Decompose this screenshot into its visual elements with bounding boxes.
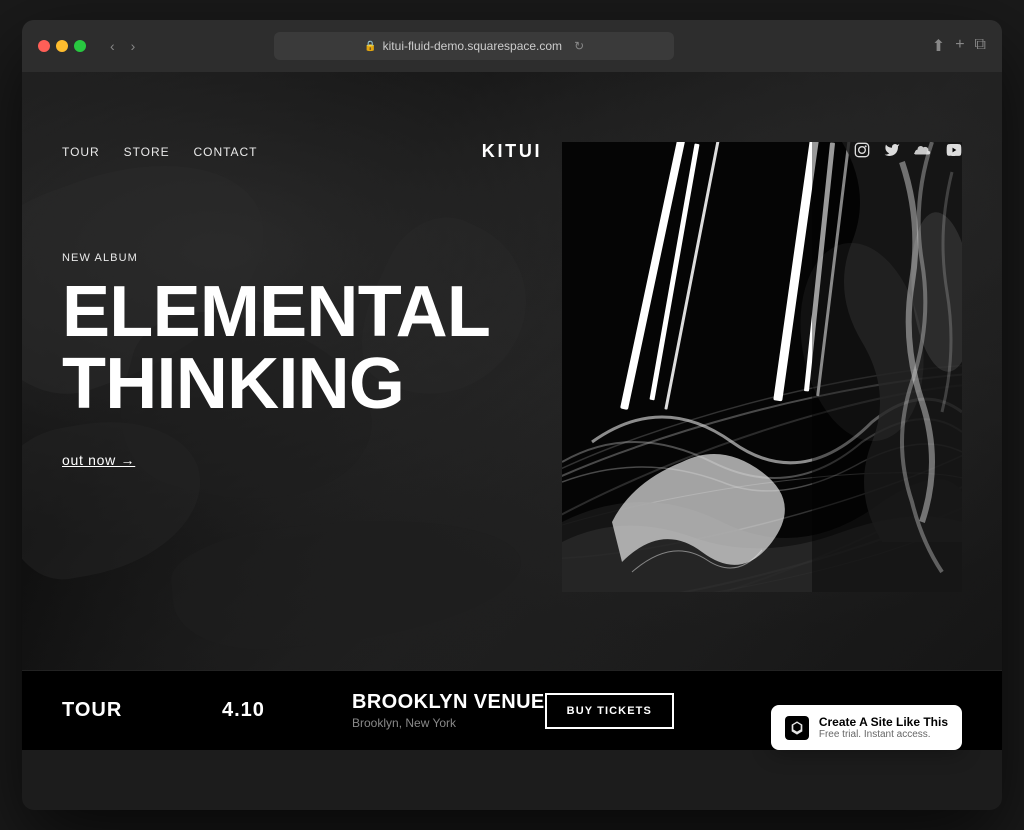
main-nav: TOUR STORE CONTACT KITUI <box>22 124 1002 179</box>
traffic-lights <box>38 40 86 52</box>
close-button[interactable] <box>38 40 50 52</box>
maximize-button[interactable] <box>74 40 86 52</box>
out-now-link[interactable]: out now → <box>62 452 135 468</box>
album-art <box>562 142 962 592</box>
soundcloud-icon[interactable] <box>914 143 932 160</box>
nav-contact-link[interactable]: CONTACT <box>194 145 258 159</box>
squarespace-text: Create A Site Like This Free trial. Inst… <box>819 715 948 740</box>
instagram-icon[interactable] <box>854 142 870 161</box>
squarespace-badge[interactable]: Create A Site Like This Free trial. Inst… <box>771 705 962 750</box>
duplicate-icon[interactable]: ⧉ <box>975 36 986 56</box>
album-art-container <box>562 142 962 592</box>
album-title-line1: ELEMENTAL <box>62 272 490 352</box>
site-title[interactable]: KITUI <box>482 141 543 161</box>
nav-left: TOUR STORE CONTACT <box>62 145 257 159</box>
website: TOUR STORE CONTACT KITUI <box>22 72 1002 750</box>
browser-actions: ⬆ + ⧉ <box>932 36 986 56</box>
nav-tour-link[interactable]: TOUR <box>62 145 100 159</box>
nav-right <box>854 142 962 161</box>
reload-button[interactable]: ↻ <box>574 39 584 53</box>
tour-label: TOUR <box>62 699 222 722</box>
squarespace-title: Create A Site Like This <box>819 715 948 729</box>
browser-controls: ‹ › <box>106 36 139 56</box>
website-wrapper: TOUR STORE CONTACT KITUI <box>22 72 1002 810</box>
squarespace-logo <box>785 716 809 740</box>
tour-location: Brooklyn, New York <box>352 716 545 730</box>
tour-venue: BROOKLYN VENUE <box>352 691 545 714</box>
new-album-label: NEW ALBUM <box>62 252 490 264</box>
twitter-icon[interactable] <box>884 142 900 161</box>
url-text: kitui-fluid-demo.squarespace.com <box>383 39 562 53</box>
squarespace-subtitle: Free trial. Instant access. <box>819 729 948 740</box>
share-icon[interactable]: ⬆ <box>932 36 945 56</box>
forward-button[interactable]: › <box>127 36 140 56</box>
minimize-button[interactable] <box>56 40 68 52</box>
browser-chrome: ‹ › 🔒 kitui-fluid-demo.squarespace.com ↻… <box>22 20 1002 72</box>
nav-store-link[interactable]: STORE <box>124 145 170 159</box>
album-title: ELEMENTAL THINKING <box>62 276 490 420</box>
buy-tickets-button[interactable]: BUY TICKETS <box>545 693 674 729</box>
lock-icon: 🔒 <box>364 41 376 52</box>
album-title-line2: THINKING <box>62 344 404 424</box>
address-bar[interactable]: 🔒 kitui-fluid-demo.squarespace.com ↻ <box>274 32 674 60</box>
nav-center: KITUI <box>482 141 543 162</box>
new-tab-icon[interactable]: + <box>955 36 964 56</box>
hero-text: NEW ALBUM ELEMENTAL THINKING out now → <box>62 252 490 470</box>
tour-venue-group: BROOKLYN VENUE Brooklyn, New York <box>352 691 545 730</box>
youtube-icon[interactable] <box>946 143 962 160</box>
back-button[interactable]: ‹ <box>106 36 119 56</box>
tour-date: 4.10 <box>222 699 352 722</box>
